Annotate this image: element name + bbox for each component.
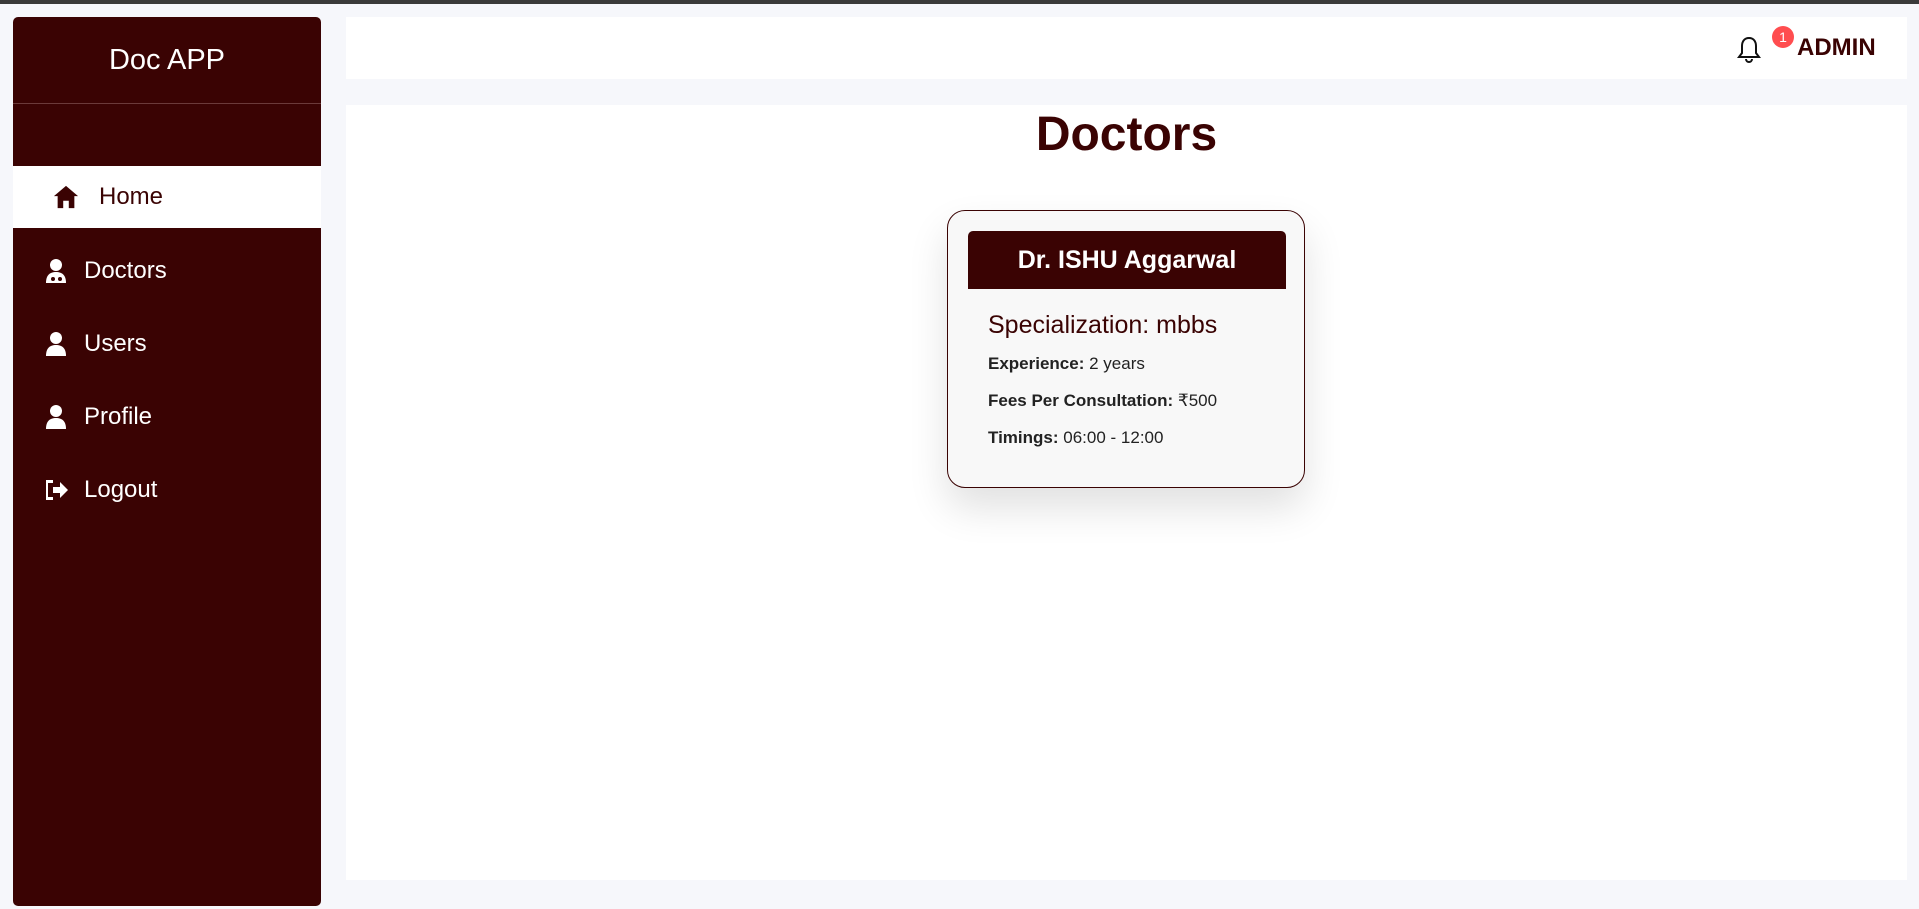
- window-top-border: [0, 0, 1919, 4]
- user-icon: [43, 331, 69, 357]
- experience-label: Experience:: [988, 354, 1085, 373]
- bell-icon[interactable]: [1736, 35, 1762, 64]
- sidebar-item-label: Logout: [84, 476, 158, 503]
- sidebar-item-logout[interactable]: Logout: [13, 459, 321, 521]
- fees-label: Fees Per Consultation:: [988, 391, 1174, 410]
- experience-value: 2 years: [1089, 354, 1145, 373]
- timings-value: 06:00 - 12:00: [1063, 428, 1164, 447]
- timings-row: Timings: 06:00 - 12:00: [988, 428, 1288, 448]
- doctor-name: Dr. ISHU Aggarwal: [968, 231, 1286, 289]
- notification-badge: 1: [1772, 26, 1794, 48]
- user-icon: [43, 404, 69, 430]
- sidebar-item-profile[interactable]: Profile: [13, 386, 321, 448]
- sidebar-item-label: Users: [84, 330, 147, 357]
- top-header: 1 ADMIN: [346, 17, 1907, 79]
- sidebar-item-doctors[interactable]: Doctors: [13, 240, 321, 302]
- sidebar: Doc APP Home Doctors Users Profile Logou…: [13, 17, 321, 906]
- sidebar-item-home[interactable]: Home: [13, 166, 321, 228]
- sidebar-item-users[interactable]: Users: [13, 313, 321, 375]
- main-content: Doctors Dr. ISHU Aggarwal Specialization…: [346, 105, 1907, 880]
- logout-icon: [43, 477, 69, 503]
- doctor-icon: [43, 258, 69, 284]
- sidebar-menu: Home Doctors Users Profile Logout: [13, 166, 321, 521]
- home-icon: [53, 184, 79, 210]
- doctor-card[interactable]: Dr. ISHU Aggarwal Specialization: mbbs E…: [947, 210, 1305, 488]
- sidebar-item-label: Home: [99, 183, 164, 210]
- user-name[interactable]: ADMIN: [1797, 34, 1876, 62]
- timings-label: Timings:: [988, 428, 1059, 447]
- fees-row: Fees Per Consultation: ₹500: [988, 391, 1288, 411]
- fees-value: ₹500: [1177, 391, 1218, 410]
- sidebar-item-label: Doctors: [84, 257, 167, 284]
- doctor-details: Specialization: mbbs Experience: 2 years…: [988, 311, 1288, 465]
- sidebar-item-label: Profile: [84, 403, 153, 430]
- experience-row: Experience: 2 years: [988, 354, 1288, 374]
- page-title: Doctors: [1035, 108, 1218, 161]
- app-logo: Doc APP: [13, 17, 321, 104]
- doctor-specialization: Specialization: mbbs: [988, 311, 1218, 339]
